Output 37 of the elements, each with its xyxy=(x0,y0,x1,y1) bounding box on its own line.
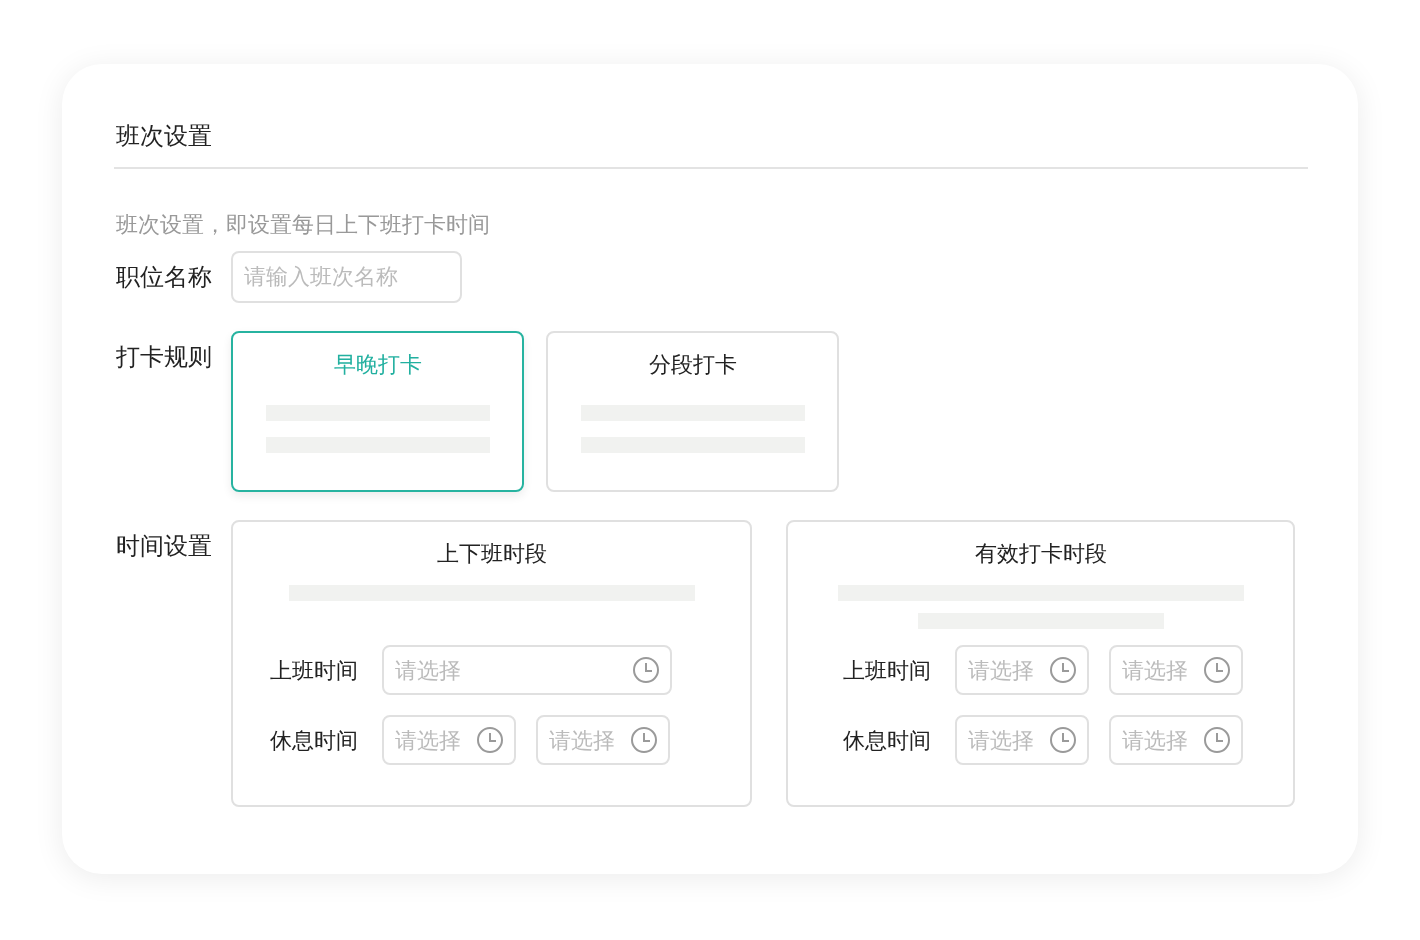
clock-icon xyxy=(1203,656,1231,684)
panel-title: 有效打卡时段 xyxy=(973,540,1108,568)
rule-option-title: 早晚打卡 xyxy=(332,351,423,379)
time-label: 上班时间 xyxy=(270,656,359,685)
time-label: 上班时间 xyxy=(843,656,932,685)
field-label: 时间设置 xyxy=(115,531,213,561)
clock-icon xyxy=(1049,726,1077,754)
time-picker-field[interactable]: 请选择 xyxy=(382,645,672,695)
placeholder-text: 请选择 xyxy=(1122,726,1188,755)
placeholder-text: 请选择 xyxy=(549,726,615,755)
clock-icon xyxy=(476,726,504,754)
placeholder-text: 请选择 xyxy=(395,656,461,685)
time-picker-field[interactable]: 请选择 xyxy=(1109,715,1243,765)
rule-option-card[interactable]: 分段打卡 xyxy=(546,331,839,492)
clock-icon xyxy=(1049,656,1077,684)
rule-option-title: 分段打卡 xyxy=(647,351,738,379)
time-picker-field[interactable]: 请选择 xyxy=(955,645,1089,695)
rule-option-card[interactable]: 早晚打卡 xyxy=(231,331,524,492)
shift-name-input[interactable]: 请输入班次名称 xyxy=(231,251,462,303)
time-picker-field[interactable]: 请选择 xyxy=(1109,645,1243,695)
time-label: 休息时间 xyxy=(843,726,932,755)
clock-icon xyxy=(632,656,660,684)
placeholder-text: 请选择 xyxy=(395,726,461,755)
placeholder-text: 请选择 xyxy=(968,656,1034,685)
placeholder-text: 请选择 xyxy=(968,726,1034,755)
time-label: 休息时间 xyxy=(270,726,359,755)
time-picker-field[interactable]: 请选择 xyxy=(382,715,516,765)
time-picker-field[interactable]: 请选择 xyxy=(536,715,670,765)
panel-title: 上下班时段 xyxy=(435,540,548,568)
clock-icon xyxy=(1203,726,1231,754)
clock-icon xyxy=(630,726,658,754)
field-label: 职位名称 xyxy=(115,262,213,292)
time-picker-field[interactable]: 请选择 xyxy=(955,715,1089,765)
description-text: 班次设置，即设置每日上下班打卡时间 xyxy=(115,211,491,239)
field-label: 打卡规则 xyxy=(115,342,213,372)
section-title: 班次设置 xyxy=(115,121,213,151)
placeholder-text: 请选择 xyxy=(1122,656,1188,685)
